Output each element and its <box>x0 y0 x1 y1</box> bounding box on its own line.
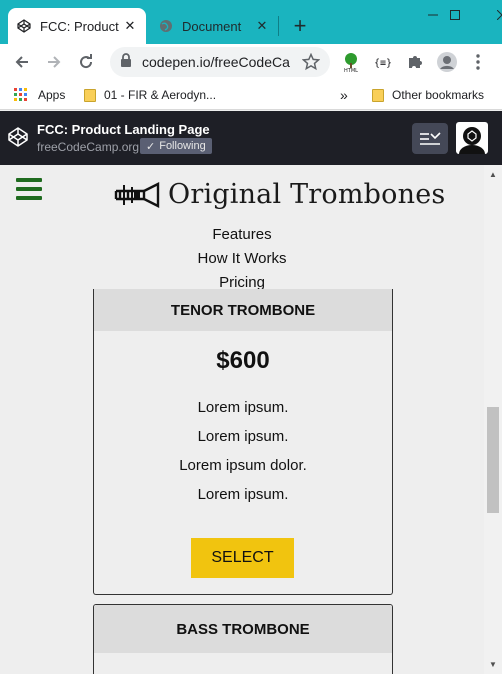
scrollbar-thumb[interactable] <box>487 407 499 513</box>
brand-logo[interactable]: Original Trombones <box>114 179 445 210</box>
brand-name: Original Trombones <box>168 179 446 210</box>
select-button[interactable]: SELECT <box>191 538 294 578</box>
pricing-card-bass: BASS TROMBONE <box>93 604 393 674</box>
follow-label: Following <box>159 140 206 152</box>
page-viewport: Original Trombones Features How It Works… <box>0 165 484 674</box>
nav-link-features[interactable]: Features <box>0 226 484 243</box>
hamburger-menu-icon[interactable] <box>16 178 42 200</box>
bookmark-label: Other bookmarks <box>392 88 485 102</box>
svg-text:HTML: HTML <box>344 68 358 73</box>
tab-title: FCC: Product La <box>40 18 122 34</box>
new-tab-button[interactable]: + <box>286 12 314 40</box>
tab-separator <box>278 16 279 36</box>
scroll-down-arrow-icon[interactable]: ▼ <box>489 660 497 669</box>
codepen-header: FCC: Product Landing Page freeCodeCamp.o… <box>0 111 502 165</box>
bookmark-folder[interactable]: 01 - FIR & Aerodyn... <box>84 86 216 104</box>
card-feature: Lorem ipsum. <box>197 399 289 416</box>
folder-icon <box>372 88 384 102</box>
tab-document[interactable]: Document ✕ <box>150 8 278 44</box>
address-bar[interactable]: codepen.io/freeCodeCamp <box>110 47 330 77</box>
folder-icon <box>84 88 96 102</box>
change-view-button[interactable] <box>412 123 448 154</box>
bookmark-star-icon[interactable] <box>301 52 321 76</box>
pen-title: FCC: Product Landing Page <box>37 122 210 137</box>
user-avatar[interactable] <box>456 122 488 154</box>
svg-text:{≡}: {≡} <box>374 58 392 69</box>
tab-codepen[interactable]: FCC: Product La ✕ <box>8 8 146 44</box>
maximize-button[interactable] <box>432 0 478 30</box>
close-window-button[interactable] <box>479 0 502 30</box>
json-extension-icon[interactable]: {≡} <box>371 50 395 74</box>
scroll-up-arrow-icon[interactable]: ▲ <box>489 170 497 179</box>
card-title: BASS TROMBONE <box>94 605 392 653</box>
bookmarks-bar: Apps 01 - FIR & Aerodyn... » Other bookm… <box>0 80 502 110</box>
globe-icon <box>158 18 174 34</box>
close-tab-icon[interactable]: ✕ <box>254 18 270 34</box>
lock-icon <box>120 52 132 72</box>
layout-icon <box>420 131 441 145</box>
trombone-icon <box>114 181 160 208</box>
page-scrollbar[interactable]: ▲ ▼ <box>484 165 502 674</box>
avatar-icon <box>459 127 485 154</box>
card-feature: Lorem ipsum dolor. <box>179 457 307 474</box>
card-price: $600 <box>216 347 270 374</box>
pen-author[interactable]: freeCodeCamp.org <box>37 140 139 154</box>
bookmark-label: 01 - FIR & Aerodyn... <box>104 88 217 102</box>
codepen-icon <box>16 18 32 34</box>
pricing-card-tenor: TENOR TROMBONE $600 Lorem ipsum. Lorem i… <box>93 289 393 595</box>
tab-title: Document <box>182 18 242 34</box>
card-title: TENOR TROMBONE <box>94 289 392 331</box>
close-tab-icon[interactable]: ✕ <box>122 18 138 34</box>
reload-button[interactable] <box>72 48 100 76</box>
more-menu-icon[interactable] <box>466 50 490 74</box>
check-icon: ✓ <box>146 140 156 153</box>
browser-toolbar: codepen.io/freeCodeCamp HTML {≡} <box>0 44 502 80</box>
back-button[interactable] <box>8 48 36 76</box>
extensions-puzzle-icon[interactable] <box>403 50 427 74</box>
bookmark-other[interactable]: Other bookmarks <box>372 86 484 104</box>
codepen-logo-icon[interactable] <box>8 127 28 147</box>
url-text: codepen.io/freeCodeCamp <box>142 54 290 70</box>
following-badge[interactable]: ✓ Following <box>140 138 212 154</box>
html-extension-icon[interactable]: HTML <box>339 50 363 74</box>
bookmark-label: Apps <box>38 88 66 102</box>
card-feature: Lorem ipsum. <box>197 428 289 445</box>
nav-link-how-it-works[interactable]: How It Works <box>0 250 484 267</box>
card-feature: Lorem ipsum. <box>197 486 289 503</box>
forward-button[interactable] <box>40 48 68 76</box>
profile-avatar-icon[interactable] <box>435 50 459 74</box>
bookmark-apps[interactable]: Apps <box>14 86 65 104</box>
apps-grid-icon <box>14 88 27 101</box>
bookmarks-overflow-chevron[interactable]: » <box>340 86 348 104</box>
